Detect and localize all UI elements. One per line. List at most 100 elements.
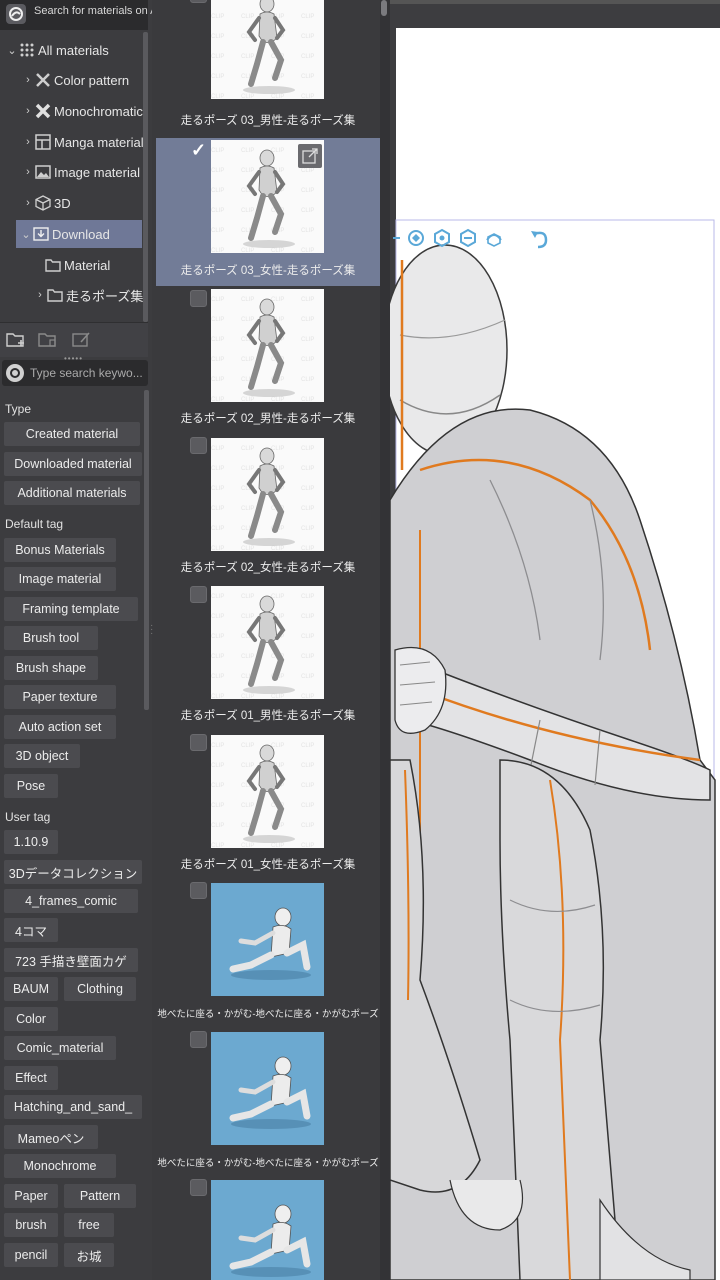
grid-dots-icon xyxy=(18,41,36,59)
keyword-search[interactable] xyxy=(2,360,150,386)
user-tag[interactable]: free xyxy=(64,1213,114,1237)
user-tag[interactable]: Mameoペン xyxy=(4,1125,98,1149)
tag-additional-materials[interactable]: Additional materials xyxy=(4,481,140,505)
user-tag[interactable]: 3Dデータコレクション xyxy=(4,860,142,884)
material-thumbnail[interactable] xyxy=(211,735,324,848)
tree-item-label: Download xyxy=(52,226,110,242)
tag-scrollbar[interactable] xyxy=(144,390,149,710)
user-tag[interactable]: Hatching_and_sand_ xyxy=(4,1095,142,1119)
material-item[interactable]: 地べたに座る・かがむ-地べたに座る・かがむポーズ xyxy=(156,880,380,1028)
delete-folder-icon[interactable] xyxy=(38,331,58,349)
material-thumbnail[interactable] xyxy=(211,883,324,996)
user-tag[interactable]: pencil xyxy=(4,1243,58,1267)
chevron-right-icon[interactable]: › xyxy=(22,74,34,86)
tag-auto-action-set[interactable]: Auto action set xyxy=(4,715,116,739)
tag-downloaded-material[interactable]: Downloaded material xyxy=(4,452,142,476)
pan-camera-icon[interactable] xyxy=(432,228,452,248)
material-thumbnail[interactable] xyxy=(211,586,324,699)
material-list-scrollbar[interactable] xyxy=(381,0,387,16)
tree-scrollbar[interactable] xyxy=(143,32,148,322)
user-tag[interactable]: Monochrome xyxy=(4,1154,116,1178)
undo-pose-icon[interactable] xyxy=(528,228,548,249)
material-checkbox[interactable] xyxy=(190,734,207,751)
tree-item-label: 走るポーズ集- xyxy=(66,288,148,304)
material-item[interactable]: 走るポーズ 01_女性-走るポーズ集 xyxy=(156,732,380,880)
tree-item-all-materials[interactable]: ⌄ All materials xyxy=(0,36,152,64)
tag-3d-object[interactable]: 3D object xyxy=(4,744,80,768)
material-item[interactable] xyxy=(156,1177,380,1280)
tag-image-material[interactable]: Image material xyxy=(4,567,116,591)
user-tag[interactable]: Clothing xyxy=(64,977,136,1001)
user-tag[interactable]: Pattern xyxy=(64,1184,136,1208)
user-tag[interactable]: 4コマ xyxy=(4,918,58,942)
material-thumbnail[interactable] xyxy=(211,1180,324,1280)
tag-framing-template[interactable]: Framing template xyxy=(4,597,138,621)
chevron-down-icon[interactable]: ⌄ xyxy=(20,228,32,241)
material-item[interactable]: 走るポーズ 02_男性-走るポーズ集 xyxy=(156,286,380,434)
material-thumbnail[interactable] xyxy=(211,1032,324,1145)
material-item[interactable]: 走るポーズ 02_女性-走るポーズ集 xyxy=(156,435,380,583)
tree-item-3d[interactable]: › 3D xyxy=(0,189,152,217)
user-tag[interactable]: 4_frames_comic xyxy=(4,889,138,913)
material-checkbox[interactable] xyxy=(190,290,207,307)
tree-item-download[interactable]: ⌄ Download xyxy=(16,220,142,248)
chevron-down-icon[interactable]: ⌄ xyxy=(6,44,18,57)
user-tag[interactable]: Comic_material xyxy=(4,1036,116,1060)
tag-pose[interactable]: Pose xyxy=(4,774,58,798)
material-checkbox[interactable] xyxy=(190,1179,207,1196)
material-checkbox[interactable] xyxy=(190,0,207,3)
tree-item-material-folder[interactable]: Material xyxy=(0,251,152,279)
tree-item-color-pattern[interactable]: › Color pattern xyxy=(0,66,152,94)
tree-item-running-poses[interactable]: › 走るポーズ集- xyxy=(0,281,152,309)
tree-item-image-material[interactable]: › Image material xyxy=(0,158,152,186)
open-external-icon[interactable] xyxy=(298,144,322,168)
chevron-right-icon[interactable]: › xyxy=(34,289,46,301)
material-checkbox[interactable] xyxy=(190,437,207,454)
user-tag[interactable]: BAUM xyxy=(4,977,58,1001)
tree-item-label: Manga material xyxy=(54,134,144,150)
rotate-camera-icon[interactable] xyxy=(406,228,426,248)
material-thumbnail[interactable] xyxy=(211,0,324,99)
chevron-right-icon[interactable]: › xyxy=(22,136,34,148)
zoom-camera-icon[interactable] xyxy=(458,228,478,248)
material-item[interactable]: 地べたに座る・かがむ-地べたに座る・かがむポーズ xyxy=(156,1029,380,1177)
tag-created-material[interactable]: Created material xyxy=(4,422,140,446)
user-tag[interactable]: brush xyxy=(4,1213,58,1237)
chevron-right-icon[interactable]: › xyxy=(22,166,34,178)
tag-paper-texture[interactable]: Paper texture xyxy=(4,685,116,709)
tag-brush-shape[interactable]: Brush shape xyxy=(4,656,98,680)
section-user-tag-label: User tag xyxy=(5,810,51,824)
chevron-right-icon[interactable]: › xyxy=(22,197,34,209)
material-list: CLIP 走るポーズ 03_男性-走るポーズ集 ✓ 走るポーズ 03_女性-走る… xyxy=(156,0,382,1280)
tree-item-monochromatic[interactable]: › Monochromatic xyxy=(0,97,152,125)
material-item[interactable]: 走るポーズ 01_男性-走るポーズ集 xyxy=(156,583,380,731)
asset-search-bar[interactable]: Search for materials on AS xyxy=(0,0,152,30)
material-thumbnail[interactable] xyxy=(211,438,324,551)
material-checkbox[interactable] xyxy=(190,586,207,603)
user-tag[interactable]: Color xyxy=(4,1007,58,1031)
material-list-scrolltrack[interactable] xyxy=(380,0,390,1280)
rotate-object-icon[interactable] xyxy=(484,228,504,248)
3d-pose-model[interactable] xyxy=(390,0,720,1280)
canvas-area[interactable] xyxy=(390,0,720,1280)
tag-bonus-materials[interactable]: Bonus Materials xyxy=(4,538,116,562)
user-tag[interactable]: Effect xyxy=(4,1066,58,1090)
tag-brush-tool[interactable]: Brush tool xyxy=(4,626,98,650)
edit-folder-icon[interactable] xyxy=(72,331,92,349)
tree-item-manga-material[interactable]: › Manga material xyxy=(0,128,152,156)
material-caption: 走るポーズ 01_女性-走るポーズ集 xyxy=(180,859,356,871)
keyword-search-input[interactable] xyxy=(28,363,150,383)
panel-splitter-icon[interactable]: · · · xyxy=(150,621,153,639)
material-thumbnail[interactable] xyxy=(211,289,324,402)
material-checkbox[interactable] xyxy=(190,1031,207,1048)
user-tag[interactable]: Paper xyxy=(4,1184,58,1208)
material-checkbox[interactable] xyxy=(190,882,207,899)
chevron-right-icon[interactable]: › xyxy=(22,105,34,117)
user-tag[interactable]: お城 xyxy=(64,1243,114,1267)
new-folder-icon[interactable] xyxy=(6,331,26,349)
user-tag[interactable]: 1.10.9 xyxy=(4,830,58,854)
user-tag[interactable]: 723 手描き壁面カゲ xyxy=(4,948,138,972)
material-item-selected[interactable]: ✓ 走るポーズ 03_女性-走るポーズ集 xyxy=(156,138,380,286)
checkmark-icon[interactable]: ✓ xyxy=(190,141,207,159)
material-item[interactable]: 走るポーズ 03_男性-走るポーズ集 xyxy=(156,0,380,130)
